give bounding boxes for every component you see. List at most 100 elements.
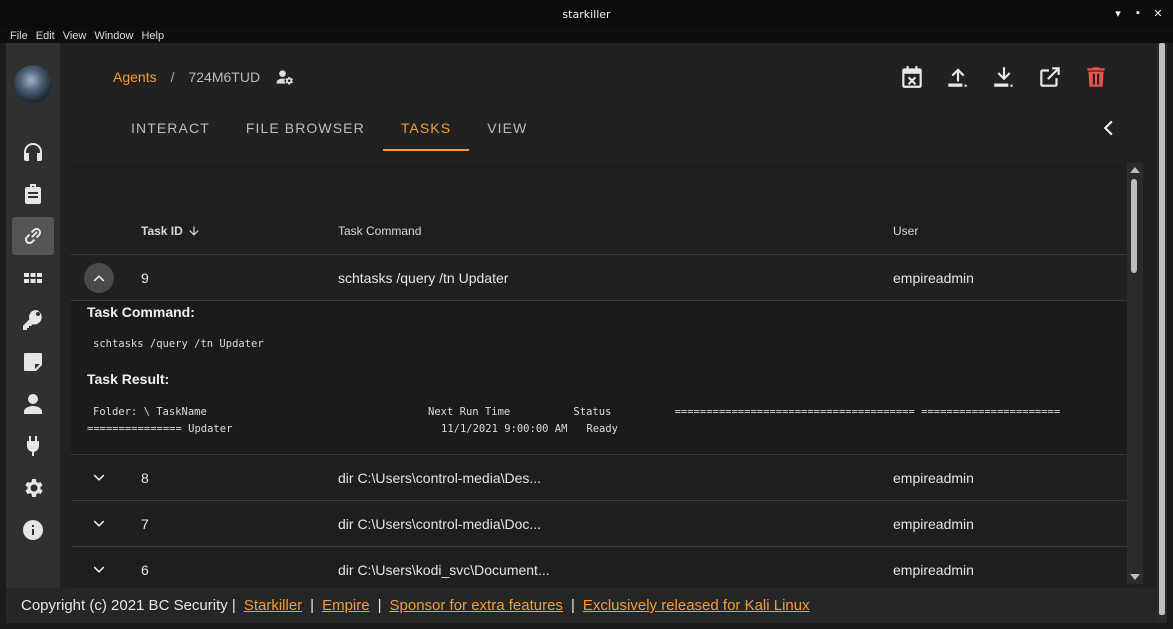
task-user: empireadmin [893,270,974,286]
sidebar-item-about[interactable] [12,511,54,549]
link-icon [24,227,42,245]
breadcrumb: Agents / 724M6TUD [113,67,296,87]
menu-edit[interactable]: Edit [36,30,55,42]
trash-icon [1087,67,1105,87]
person-icon [24,394,42,414]
scroll-down-arrow[interactable] [1130,574,1140,580]
sidebar-item-reporting[interactable] [12,343,54,381]
note-icon [24,353,42,371]
tab-interact[interactable]: INTERACT [113,111,228,151]
task-command-text: schtasks /query /tn Updater [93,338,264,350]
tab-tasks[interactable]: TASKS [382,111,470,151]
menu-file[interactable]: File [10,30,28,42]
minimize-button[interactable]: ▾ [1113,7,1123,20]
task-result-line: Folder: \ TaskName Next Run Time Status … [93,406,1061,418]
open-in-new-icon [1040,67,1060,87]
sidebar-item-plugins[interactable] [12,427,54,465]
sidebar-item-agents[interactable] [12,217,54,255]
table-row[interactable]: 7 dir C:\Users\control-media\Doc... empi… [71,501,1131,547]
footer: Copyright (c) 2021 BC Security | Starkil… [6,588,1157,623]
footer-link-starkiller[interactable]: Starkiller [244,597,302,614]
task-id: 7 [141,516,149,532]
menu-bar: File Edit View Window Help [0,29,1173,43]
expand-row-button[interactable] [84,509,114,539]
sidebar-item-stagers[interactable] [12,175,54,213]
expand-row-button[interactable] [84,463,114,493]
key-icon [23,310,42,330]
tab-file-browser[interactable]: FILE BROWSER [228,111,383,151]
window-title: starkiller [562,8,611,21]
task-user: empireadmin [893,562,974,578]
headphones-icon [24,143,42,161]
header-task-id[interactable]: Task ID [141,224,201,238]
sidebar-item-users[interactable] [12,385,54,423]
task-command: dir C:\Users\control-media\Doc... [338,516,542,532]
menu-help[interactable]: Help [141,30,164,42]
main-panel: Agents / 724M6TUD INTERACT FILE BROWSER … [60,43,1157,588]
chevron-left-icon [1103,120,1113,136]
task-id: 6 [141,562,149,578]
window-scrollbar[interactable] [1157,43,1167,623]
sidebar-item-modules[interactable] [12,259,54,297]
footer-separator: | [377,597,382,614]
scroll-up-arrow[interactable] [1130,167,1140,173]
breadcrumb-agents[interactable]: Agents [113,69,157,85]
user-settings-icon[interactable] [274,67,296,87]
close-button[interactable]: ✕ [1153,7,1163,20]
scroll-thumb[interactable] [1131,179,1137,273]
sidebar-item-credentials[interactable] [12,301,54,339]
collapse-panel-button[interactable] [1097,117,1119,139]
download-icon [994,67,1013,87]
maximize-button[interactable]: ▪ [1133,7,1143,20]
plug-icon [27,436,39,456]
chevron-up-icon [93,275,105,282]
grid-icon [24,273,42,283]
open-external-button[interactable] [1037,63,1063,91]
task-command: dir C:\Users\kodi_svc\Document... [338,562,550,578]
task-id: 9 [141,270,149,286]
sidebar-item-settings[interactable] [12,469,54,507]
gear-icon [25,479,43,497]
footer-separator: | [310,597,315,614]
header-task-id-label: Task ID [141,224,183,238]
upload-button[interactable] [945,63,971,91]
header-user[interactable]: User [893,224,918,238]
footer-link-sponsor[interactable]: Sponsor for extra features [390,597,563,614]
clear-queue-button[interactable] [899,63,925,91]
footer-link-empire[interactable]: Empire [322,597,370,614]
table-row[interactable]: 6 dir C:\Users\kodi_svc\Document... empi… [71,547,1131,588]
task-command: schtasks /query /tn Updater [338,270,509,286]
footer-separator: | [570,597,575,614]
chevron-down-icon [93,566,105,573]
footer-link-kali[interactable]: Exclusively released for Kali Linux [583,597,810,614]
sidebar-item-listeners[interactable] [12,133,54,171]
menu-window[interactable]: Window [94,30,133,42]
agent-toolbar [899,63,1109,91]
task-user: empireadmin [893,470,974,486]
briefcase-icon [25,184,41,204]
task-user: empireadmin [893,516,974,532]
task-command-label: Task Command: [87,304,195,320]
expand-row-button[interactable] [84,555,114,585]
collapse-row-button[interactable] [84,263,114,293]
task-detail: Task Command: schtasks /query /tn Update… [71,301,1131,455]
task-command: dir C:\Users\control-media\Des... [338,470,542,486]
task-result-line: =============== Updater 11/1/2021 9:00:0… [87,423,619,435]
table-row[interactable]: 8 dir C:\Users\control-media\Des... empi… [71,455,1131,501]
breadcrumb-agent-name: 724M6TUD [188,69,261,85]
window-scroll-thumb[interactable] [1159,43,1165,615]
download-button[interactable] [991,63,1017,91]
sidebar [6,43,60,588]
window-controls: ▾ ▪ ✕ [1113,7,1163,20]
tab-view[interactable]: VIEW [469,111,545,151]
task-id: 8 [141,470,149,486]
header-task-command[interactable]: Task Command [338,224,421,238]
table-scrollbar[interactable] [1127,163,1143,584]
avatar[interactable] [14,65,52,103]
chevron-down-icon [93,520,105,527]
menu-view[interactable]: View [63,30,87,42]
kill-agent-button[interactable] [1083,63,1109,91]
arrow-down-icon [189,226,199,236]
table-row[interactable]: 9 schtasks /query /tn Updater empireadmi… [71,255,1131,301]
tasks-table: Task ID Task Command User 9 schtasks /qu… [71,163,1131,588]
